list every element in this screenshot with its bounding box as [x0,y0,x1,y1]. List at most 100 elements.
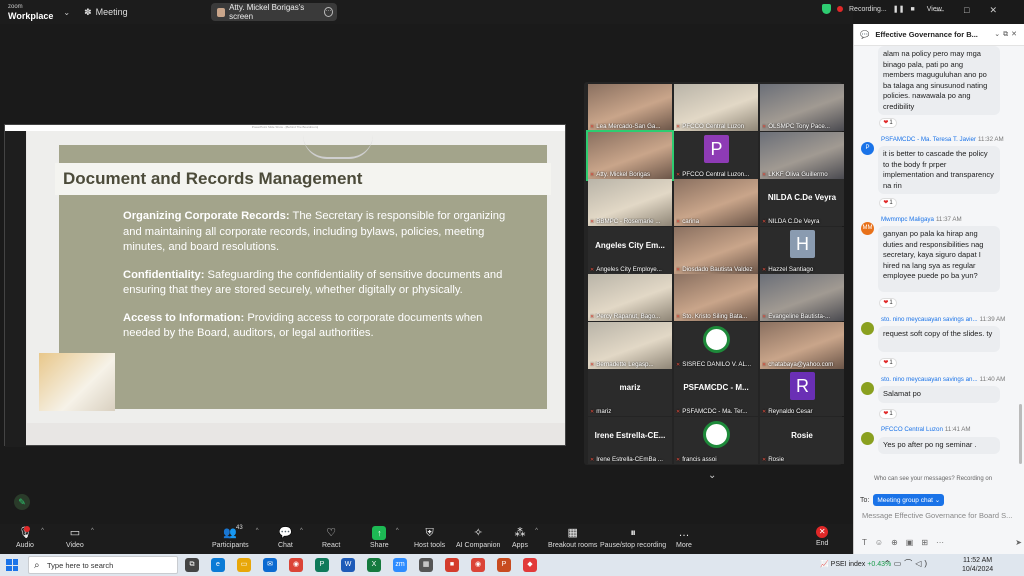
participant-tile[interactable]: NILDA C.De Veyra NILDA C.De Veyra [760,179,844,226]
participant-tile[interactable]: Percy Rapanut, Bago... [588,274,672,321]
apps-button[interactable]: ⁂ Apps ^ [512,526,538,549]
participant-tile[interactable]: LKKF Oliva Guillermo [760,131,844,179]
app-icon[interactable]: ■ [445,558,459,572]
screenshot-icon[interactable]: ▣ [906,538,914,547]
meeting-menu[interactable]: ✽ Meeting [84,7,128,18]
participant-tile[interactable]: Lea Mercado-San Ga... [588,84,672,131]
recipient-select[interactable]: Meeting group chat ⌄ [873,494,945,506]
chat-sender[interactable]: Mwmmpc Maligaya 11:37 AM [881,216,962,223]
emoji-icon[interactable]: ☺ [875,538,883,547]
chat-scrollbar[interactable] [1019,404,1022,464]
participant-tile[interactable]: R Reynaldo Cesar [760,369,844,416]
more-icon[interactable]: ··· [323,7,333,17]
host-tools-button[interactable]: ⛨ Host tools [414,526,445,549]
publisher-icon[interactable]: P [315,558,329,572]
pause-icon[interactable]: ❚❚ [893,5,905,13]
participant-tile[interactable]: francis assoi [674,416,758,464]
participant-tile[interactable]: Evangeline Bautista-... [760,274,844,321]
chat-message[interactable]: alam na policy pero may mga binago pala,… [878,46,1000,115]
breakout-rooms-button[interactable]: ▦ Breakout rooms [548,526,597,549]
chevron-down-icon[interactable]: ⌄ [63,8,70,17]
participant-tile[interactable]: chatabaya@yahoo.com [760,321,844,369]
chat-message[interactable]: Yes po after po ng seminar . [878,437,1000,454]
windows-start-icon[interactable] [6,559,18,571]
participant-tile[interactable]: SISREC DANILO V. AL... [674,321,758,369]
system-tray[interactable]: ⌃▭⌒◁) [884,558,930,569]
word-icon[interactable]: W [341,558,355,572]
chat-message[interactable]: Salamat po [878,386,1000,403]
participant-tile[interactable]: PFCCO Central Luzon [674,84,758,131]
participant-tile[interactable]: Atty. Mickel Borigas [586,129,674,181]
chat-sender[interactable]: PSFAMCDC - Ma. Teresa T. Javier 11:32 AM [881,136,1004,143]
excel-icon[interactable]: X [367,558,381,572]
stock-ticker[interactable]: 📈 PSEI index +0.43% [820,560,891,568]
chat-sender[interactable]: sto. nino meycauayan savings an... 11:39 … [881,316,1005,323]
ai-companion-button[interactable]: ✧ AI Companion [456,526,500,549]
minimize-icon[interactable]: — [935,5,944,16]
chat-message[interactable]: ganyan po pala ka hirap ang duties and r… [878,226,1000,292]
app-icon[interactable]: ◆ [523,558,537,572]
chevron-up-icon[interactable]: ^ [300,528,303,534]
screen-share-indicator[interactable]: Atty. Mickel Borigas's screen ··· [211,3,337,21]
participant-tile[interactable]: Angeles City Em... Angeles City Employe..… [588,226,672,274]
participant-tile[interactable]: Rosie Rosie [760,416,844,464]
chevron-up-icon[interactable]: ^ [256,528,259,534]
heart-reaction-icon[interactable]: ❤1 [879,198,897,208]
gif-icon[interactable]: ⊕ [891,538,898,547]
file-icon[interactable]: ⊞ [921,538,928,547]
more-icon[interactable]: ··· [936,538,944,547]
taskbar-clock[interactable]: 11:52 AM 10/4/2024 [962,556,993,574]
calculator-icon[interactable]: ▦ [419,558,433,572]
share-button[interactable]: ↑ Share ^ [370,526,399,549]
chat-button[interactable]: 💬 Chat ^ [278,526,303,549]
chat-sender[interactable]: sto. nino meycauayan savings an... 11:40 … [881,376,1005,383]
heart-reaction-icon[interactable]: ❤1 [879,298,897,308]
participant-tile[interactable]: H Hazzel Santiago [760,226,844,274]
format-icon[interactable]: T [862,538,867,547]
heart-reaction-icon[interactable]: ❤1 [879,358,897,368]
participant-tile[interactable]: Sto. Kristo Siling Bata... [674,274,758,321]
stop-icon[interactable]: ■ [910,6,914,13]
who-can-see[interactable]: Who can see your messages? Recording on [874,476,992,482]
participant-tile[interactable]: mariz mariz [588,369,672,416]
chrome-icon[interactable]: ◉ [471,558,485,572]
edge-icon[interactable]: e [211,558,225,572]
maximize-icon[interactable]: □ [964,5,969,16]
more-button[interactable]: … More [676,526,692,549]
chevron-up-icon[interactable]: ^ [41,528,44,534]
chat-header-controls[interactable]: ⌄⧉✕ [994,30,1020,39]
send-icon[interactable]: ➤ [1015,538,1022,547]
chat-message-input[interactable]: Message Effective Governance for Board S… [862,511,1020,520]
participant-tile[interactable]: Bernadette Legasp... [588,321,672,369]
participants-button[interactable]: 👥 Participants 43 ^ [212,525,259,549]
annotate-pencil-icon[interactable]: ✎ [14,494,30,510]
end-button[interactable]: ✕ End [816,526,828,547]
chevron-up-icon[interactable]: ^ [91,528,94,534]
participant-tile[interactable]: BBMPC - Rosemarie ... [588,179,672,226]
heart-reaction-icon[interactable]: ❤1 [879,409,897,419]
participant-tile[interactable]: PSFAMCDC - M... PSFAMCDC - Ma. Ter... [674,369,758,416]
react-button[interactable]: ♡ React [322,526,340,549]
file-explorer-icon[interactable]: ▭ [237,558,251,572]
participant-tile[interactable]: OLSMPC Tony Pace... [760,84,844,131]
taskbar-search[interactable]: Type here to search [28,556,178,575]
chat-message[interactable]: request soft copy of the slides. ty [878,326,1000,352]
video-button[interactable]: ▭ Video ^ [66,526,94,549]
chrome-icon[interactable]: ◉ [289,558,303,572]
powerpoint-icon[interactable]: P [497,558,511,572]
heart-reaction-icon[interactable]: ❤1 [879,118,897,128]
participant-tile[interactable]: P PFCCO Central Luzon... [674,131,758,179]
zoom-taskbar-icon[interactable]: zm [393,558,407,572]
participant-tile[interactable]: Irene Estrella-CE... Irene Estrella-CEmBa… [588,416,672,464]
participant-tile[interactable]: carina [674,179,758,226]
chevron-up-icon[interactable]: ^ [535,528,538,534]
chevron-down-icon[interactable]: ⌄ [708,470,716,481]
chat-message[interactable]: it is better to cascade the policy to th… [878,146,1000,194]
task-view-icon[interactable]: ⧉ [185,558,199,572]
audio-button[interactable]: 🎙 Audio ^ [16,526,44,549]
chat-sender[interactable]: PFCCO Central Luzon 11:41 AM [881,426,971,433]
participant-tile[interactable]: Diosdado Bautista Valdez [674,226,758,274]
mail-icon[interactable]: ✉ [263,558,277,572]
close-icon[interactable]: ✕ [989,5,997,16]
chevron-up-icon[interactable]: ^ [396,528,399,534]
